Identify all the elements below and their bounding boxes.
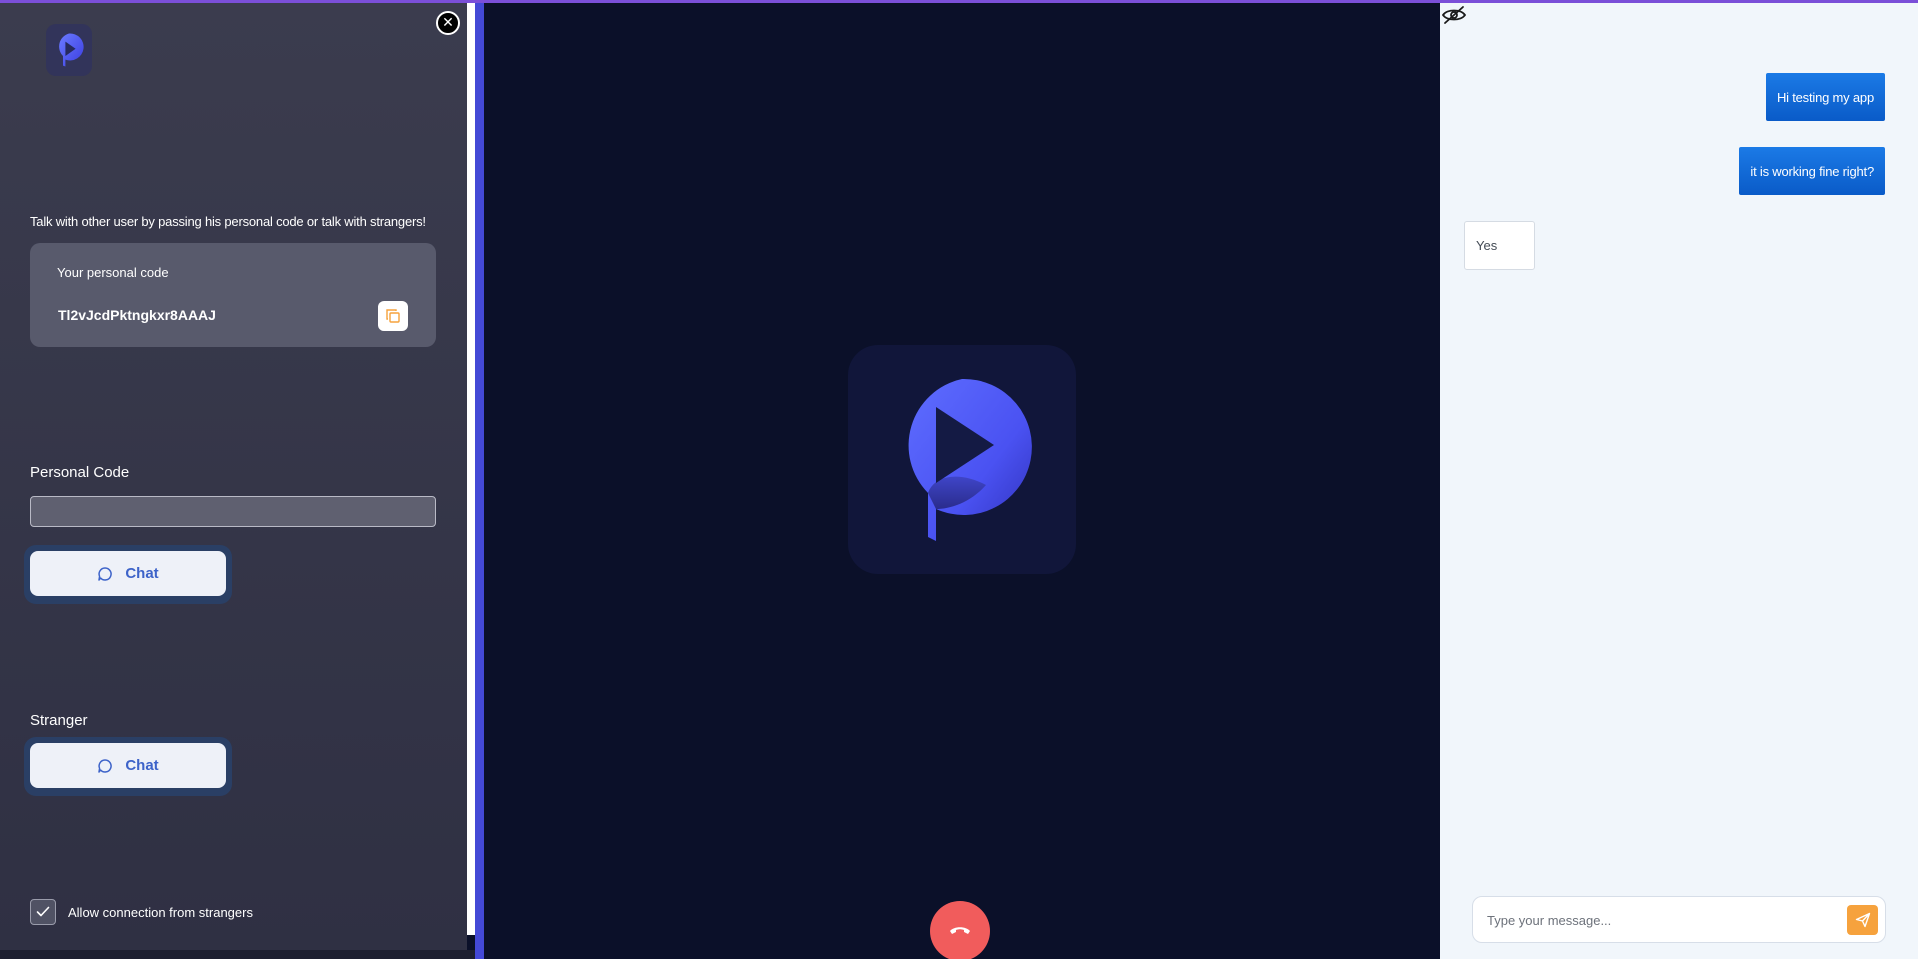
stranger-section-label: Stranger: [30, 712, 88, 729]
chat-bubble-icon: [98, 758, 113, 773]
hide-chat-button[interactable]: [1441, 4, 1467, 26]
hangup-phone-icon: [950, 927, 970, 934]
intro-text: Talk with other user by passing his pers…: [30, 214, 426, 229]
stranger-chat-button-label: Chat: [125, 757, 159, 774]
personal-code-card-label: Your personal code: [57, 265, 169, 280]
sidebar-scrollbar[interactable]: [467, 0, 475, 935]
chat-bubble-icon: [98, 566, 113, 581]
center-app-logo: [848, 345, 1076, 574]
stranger-chat-button-focus-ring: Chat: [24, 737, 232, 796]
message-incoming: Yes: [1464, 221, 1535, 270]
hangup-button[interactable]: [930, 901, 990, 959]
personal-code-input[interactable]: [30, 496, 436, 527]
send-icon: [1855, 912, 1870, 928]
personal-code-value: Tl2vJcdPktngkxr8AAAJ: [58, 307, 216, 323]
message-outgoing: Hi testing my app: [1765, 73, 1885, 121]
copy-code-button[interactable]: [378, 301, 408, 331]
left-panel: ✕ Talk with other user by passing his pe…: [0, 0, 467, 950]
close-icon[interactable]: ✕: [436, 11, 460, 35]
personal-code-chat-button[interactable]: Chat: [30, 551, 226, 596]
personal-code-card: Your personal code Tl2vJcdPktngkxr8AAAJ: [30, 243, 436, 347]
play-logo-icon: [908, 378, 1032, 541]
stranger-chat-button[interactable]: Chat: [30, 743, 226, 788]
app-logo: [46, 24, 92, 76]
copy-icon: [386, 309, 400, 323]
send-button[interactable]: [1847, 905, 1878, 935]
personal-code-section-label: Personal Code: [30, 464, 130, 481]
top-accent-line: [0, 0, 1918, 3]
personal-code-chat-button-label: Chat: [125, 565, 159, 582]
panel-divider: [475, 0, 484, 959]
allow-strangers-label: Allow connection from strangers: [68, 904, 253, 920]
message-input[interactable]: [1487, 907, 1827, 933]
message-outgoing: it is working fine right?: [1739, 147, 1885, 195]
allow-strangers-row: Allow connection from strangers: [30, 899, 253, 925]
check-icon: [36, 906, 50, 917]
play-logo-icon: [59, 33, 84, 67]
sidebar-bottom-strip: [0, 950, 475, 959]
message-composer: [1472, 896, 1886, 943]
eye-off-icon: [1441, 6, 1467, 24]
personal-chat-button-focus-ring: Chat: [24, 545, 232, 604]
allow-strangers-checkbox[interactable]: [30, 899, 56, 925]
